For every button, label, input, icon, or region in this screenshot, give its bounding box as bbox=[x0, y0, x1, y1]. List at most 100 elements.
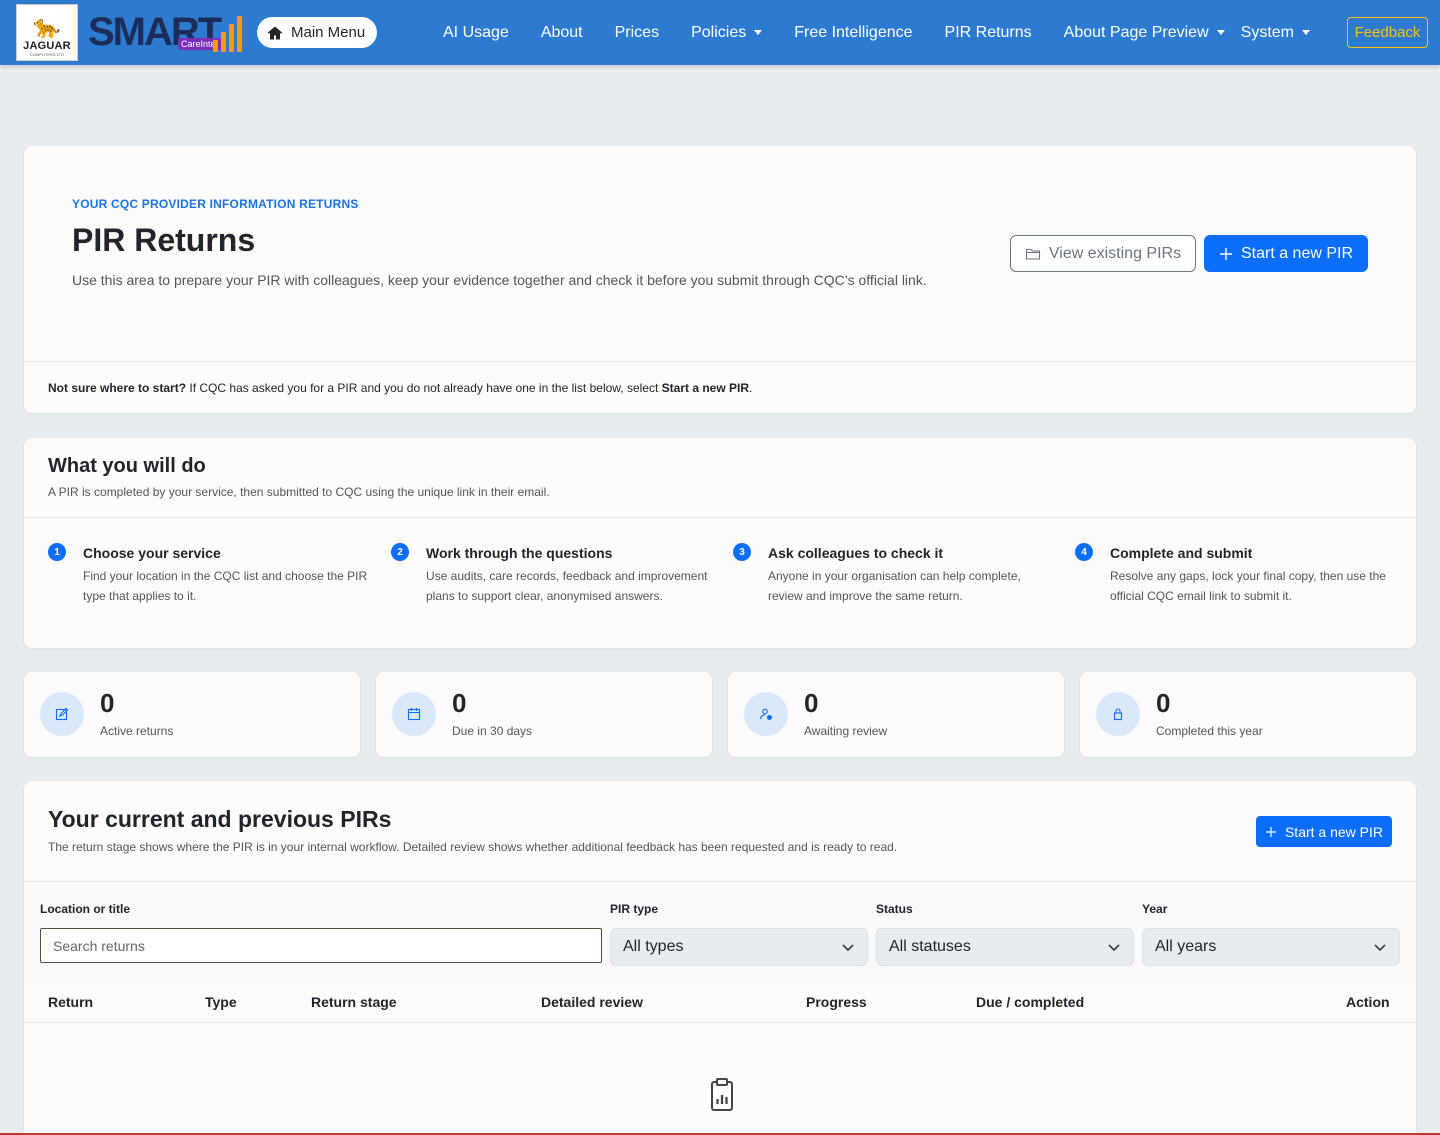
steps-card: What you will do A PIR is completed by y… bbox=[24, 438, 1416, 648]
stat-value: 0 bbox=[100, 688, 115, 718]
search-placeholder: Search returns bbox=[53, 937, 145, 954]
stat-due-30-days: 0 Due in 30 days bbox=[376, 672, 712, 757]
jaguar-logo-name: JAGUAR bbox=[23, 40, 71, 52]
top-navbar: 🐆 JAGUAR COMPUTERS LTD SMART CareIntel M… bbox=[0, 0, 1440, 65]
smart-logo-bars-icon bbox=[213, 16, 242, 52]
step-number-badge: 3 bbox=[733, 543, 751, 561]
nav-links: AI Usage About Prices Policies Free Inte… bbox=[427, 0, 1326, 65]
step-description: Find your location in the CQC list and c… bbox=[83, 569, 368, 603]
note-bold-2: Start a new PIR bbox=[661, 381, 749, 395]
stat-value: 0 bbox=[452, 688, 467, 718]
column-header-action: Action bbox=[1346, 994, 1390, 1010]
status-select[interactable]: All statuses bbox=[876, 928, 1134, 966]
type-select[interactable]: All types bbox=[610, 928, 868, 966]
table-header: Return Type Return stage Detailed review… bbox=[24, 982, 1416, 1023]
nav-system[interactable]: System bbox=[1241, 24, 1326, 42]
nav-label: Free Intelligence bbox=[794, 23, 913, 41]
hero-card: YOUR CQC PROVIDER INFORMATION RETURNS PI… bbox=[24, 146, 1416, 413]
step-title: Complete and submit bbox=[1110, 545, 1253, 561]
stat-label: Completed this year bbox=[1156, 724, 1263, 738]
stat-value: 0 bbox=[1156, 688, 1171, 718]
feedback-button[interactable]: Feedback bbox=[1347, 17, 1428, 48]
calendar-icon bbox=[392, 692, 436, 736]
stat-completed-this-year: 0 Completed this year bbox=[1080, 672, 1416, 757]
nav-free-intelligence[interactable]: Free Intelligence bbox=[778, 24, 928, 42]
column-header-return-stage: Return stage bbox=[311, 994, 397, 1010]
note-text: If CQC has asked you for a PIR and you d… bbox=[186, 381, 662, 395]
column-header-return: Return bbox=[48, 994, 94, 1010]
column-header-detailed-review: Detailed review bbox=[541, 994, 643, 1010]
step-title: Ask colleagues to check it bbox=[768, 545, 944, 561]
hero-note: Not sure where to start? If CQC has aske… bbox=[48, 381, 752, 395]
pirs-card: Your current and previous PIRs The retur… bbox=[24, 781, 1416, 1135]
year-filter-label: Year bbox=[1142, 902, 1168, 916]
nav-label: Prices bbox=[614, 23, 660, 41]
nav-label: About bbox=[540, 23, 583, 41]
stat-awaiting-review: 0 Awaiting review bbox=[728, 672, 1064, 757]
jaguar-logo[interactable]: 🐆 JAGUAR COMPUTERS LTD bbox=[16, 4, 78, 61]
location-filter-label: Location or title bbox=[40, 902, 130, 916]
stat-label: Awaiting review bbox=[804, 724, 888, 738]
nav-about-page-preview[interactable]: About Page Preview bbox=[1048, 24, 1241, 42]
year-select-value: All years bbox=[1155, 938, 1217, 955]
column-header-due-completed: Due / completed bbox=[976, 994, 1085, 1010]
start-new-pir-button-secondary[interactable]: Start a new PIR bbox=[1256, 816, 1392, 847]
jaguar-cat-icon: 🐆 bbox=[33, 14, 61, 39]
stat-active-returns: 0 Active returns bbox=[24, 672, 360, 757]
home-icon bbox=[267, 26, 283, 39]
main-menu-label: Main Menu bbox=[291, 24, 366, 41]
type-filter-label: PIR type bbox=[610, 902, 659, 916]
view-existing-pirs-button[interactable]: View existing PIRs bbox=[1010, 235, 1196, 272]
nav-policies[interactable]: Policies bbox=[675, 24, 778, 42]
user-check-icon bbox=[744, 692, 788, 736]
chevron-down-icon bbox=[1374, 944, 1386, 952]
chevron-down-icon bbox=[842, 944, 854, 952]
note-end: . bbox=[749, 381, 753, 395]
hero-kicker: YOUR CQC PROVIDER INFORMATION RETURNS bbox=[72, 197, 359, 211]
column-header-type: Type bbox=[205, 994, 237, 1010]
nav-pir-returns[interactable]: PIR Returns bbox=[929, 24, 1048, 42]
stat-label: Due in 30 days bbox=[452, 724, 533, 738]
step-number-badge: 1 bbox=[48, 543, 66, 561]
stat-value: 0 bbox=[804, 688, 819, 718]
nav-label: AI Usage bbox=[443, 23, 509, 41]
jaguar-logo-sub: COMPUTERS LTD bbox=[30, 52, 64, 57]
main-menu-button[interactable]: Main Menu bbox=[257, 17, 378, 48]
type-select-value: All types bbox=[623, 938, 684, 955]
step-title: Choose your service bbox=[83, 545, 221, 561]
step-description: Anyone in your organisation can help com… bbox=[768, 569, 1021, 603]
steps-title: What you will do bbox=[48, 455, 206, 477]
folder-icon bbox=[1025, 248, 1040, 260]
page-title: PIR Returns bbox=[72, 222, 256, 258]
step-title: Work through the questions bbox=[426, 545, 613, 561]
step-description: Resolve any gaps, lock your final copy, … bbox=[1110, 569, 1386, 603]
nav-about[interactable]: About bbox=[525, 24, 599, 42]
caret-down-icon bbox=[1301, 30, 1310, 35]
filters-panel: Location or title Search returns PIR typ… bbox=[24, 882, 1416, 982]
status-select-value: All statuses bbox=[889, 938, 971, 955]
start-new-label: Start a new PIR bbox=[1284, 823, 1384, 840]
start-new-label: Start a new PIR bbox=[1240, 244, 1354, 262]
nav-ai-usage[interactable]: AI Usage bbox=[427, 24, 525, 42]
start-new-pir-button[interactable]: Start a new PIR bbox=[1204, 235, 1368, 272]
plus-icon bbox=[1265, 826, 1276, 837]
search-input[interactable]: Search returns bbox=[40, 928, 602, 963]
column-header-progress: Progress bbox=[806, 994, 867, 1010]
step-number-badge: 4 bbox=[1075, 543, 1093, 561]
edit-icon bbox=[40, 692, 84, 736]
plus-icon bbox=[1219, 247, 1232, 260]
year-select[interactable]: All years bbox=[1142, 928, 1400, 966]
pirs-title: Your current and previous PIRs bbox=[48, 806, 392, 832]
smart-logo[interactable]: SMART CareIntel bbox=[88, 10, 244, 54]
chevron-down-icon bbox=[1108, 944, 1120, 952]
nav-label: System bbox=[1240, 23, 1294, 41]
caret-down-icon bbox=[754, 30, 763, 35]
hero-divider bbox=[24, 361, 1416, 362]
clipboard-chart-icon bbox=[711, 1078, 733, 1111]
step-number-badge: 2 bbox=[391, 543, 409, 561]
view-existing-label: View existing PIRs bbox=[1048, 244, 1182, 262]
nav-prices[interactable]: Prices bbox=[599, 24, 675, 42]
status-filter-label: Status bbox=[876, 902, 913, 916]
note-bold: Not sure where to start? bbox=[48, 381, 187, 395]
nav-label: Policies bbox=[691, 23, 747, 41]
